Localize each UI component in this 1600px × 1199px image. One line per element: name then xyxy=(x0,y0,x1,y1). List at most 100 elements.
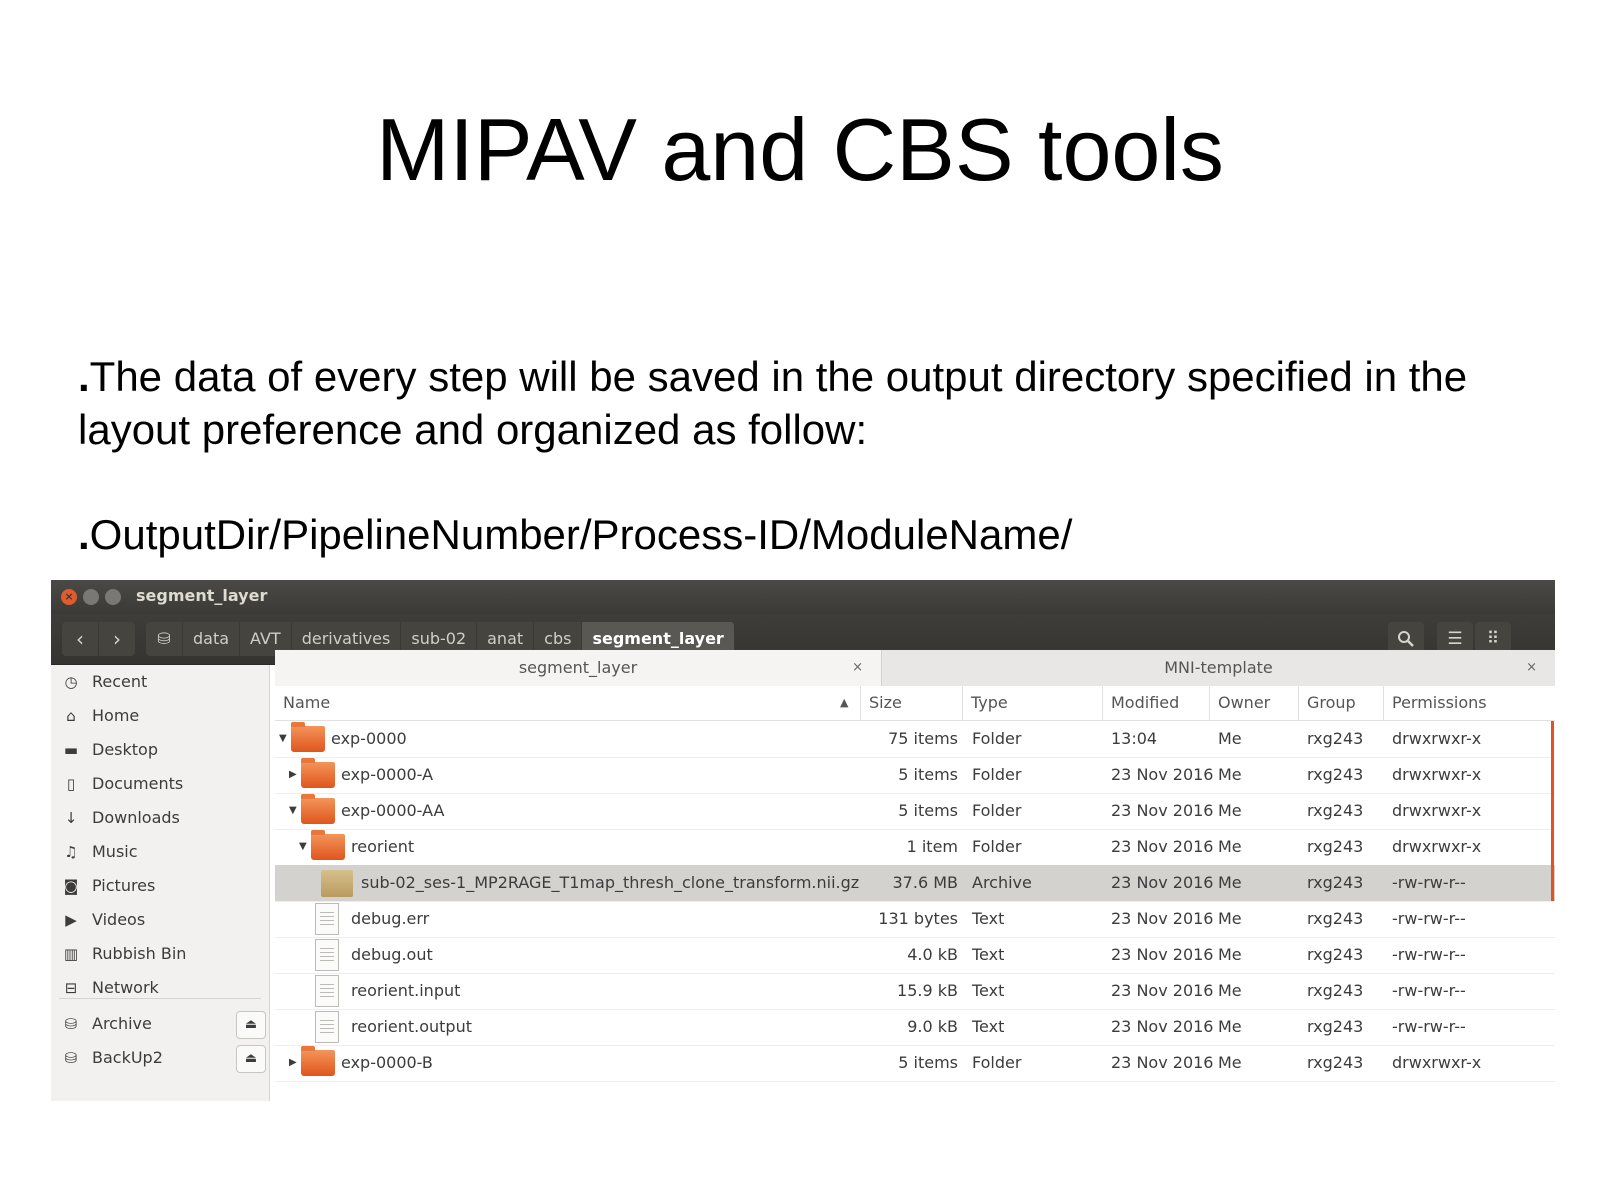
file-group: rxg243 xyxy=(1307,801,1364,820)
table-row[interactable]: debug.out 4.0 kB Text 23 Nov 2016 Me rxg… xyxy=(275,937,1555,974)
scrollbar[interactable] xyxy=(1551,721,1554,901)
close-tab-icon[interactable]: × xyxy=(1526,650,1537,686)
table-row[interactable]: reorient.input 15.9 kB Text 23 Nov 2016 … xyxy=(275,973,1555,1010)
folder-icon xyxy=(301,758,335,788)
column-header-permissions[interactable]: Permissions xyxy=(1384,686,1555,720)
bullet-1: .The data of every step will be saved in… xyxy=(78,353,1468,453)
file-type: Text xyxy=(972,909,1005,928)
file-name: debug.out xyxy=(351,945,433,964)
sidebar-item-videos[interactable]: ▶ Videos xyxy=(51,903,269,937)
table-row[interactable]: ▶ exp-0000-A 5 items Folder 23 Nov 2016 … xyxy=(275,757,1555,794)
file-owner: Me xyxy=(1218,873,1242,892)
column-header-type[interactable]: Type xyxy=(963,686,1103,720)
file-owner: Me xyxy=(1218,981,1242,1000)
text-file-icon xyxy=(315,975,339,1007)
table-row[interactable]: reorient.output 9.0 kB Text 23 Nov 2016 … xyxy=(275,1009,1555,1046)
file-group: rxg243 xyxy=(1307,1017,1364,1036)
file-owner: Me xyxy=(1218,1053,1242,1072)
folder-icon xyxy=(291,722,325,752)
column-header-name[interactable]: Name ▲ xyxy=(275,686,861,720)
file-permissions: -rw-rw-r-- xyxy=(1392,1017,1466,1036)
file-owner: Me xyxy=(1218,909,1242,928)
file-name: exp-0000-AA xyxy=(341,801,445,820)
eject-button[interactable]: ⏏ xyxy=(236,1045,266,1073)
close-window-button[interactable]: × xyxy=(61,589,77,605)
file-group: rxg243 xyxy=(1307,765,1364,784)
collapsed-arrow-icon[interactable]: ▶ xyxy=(289,1045,297,1081)
sidebar-item-label: Rubbish Bin xyxy=(92,944,187,963)
sidebar-item-rubbish-bin[interactable]: ▥ Rubbish Bin xyxy=(51,937,269,971)
drive-icon: ⛁ xyxy=(157,629,171,648)
file-owner: Me xyxy=(1218,729,1242,748)
table-row-selected[interactable]: sub-02_ses-1_MP2RAGE_T1map_thresh_clone_… xyxy=(275,865,1555,902)
grid-icon: ⠿ xyxy=(1486,629,1500,649)
expanded-arrow-icon[interactable]: ▼ xyxy=(299,829,307,865)
file-permissions: drwxrwxr-x xyxy=(1392,765,1482,784)
sidebar: ◷ Recent ⌂ Home ▬ Desktop ▯ Documents ↓ Downl… xyxy=(51,665,270,1101)
sidebar-item-pictures[interactable]: ◙ Pictures xyxy=(51,869,269,903)
forward-button[interactable]: › xyxy=(99,622,135,656)
file-name: exp-0000 xyxy=(331,729,407,748)
tab-mni-template[interactable]: MNI-template × xyxy=(882,650,1555,686)
column-header-modified[interactable]: Modified xyxy=(1103,686,1210,720)
chevron-left-icon: ‹ xyxy=(76,627,84,651)
file-size: 131 bytes xyxy=(878,909,958,928)
file-group: rxg243 xyxy=(1307,909,1364,928)
column-header-group[interactable]: Group xyxy=(1299,686,1384,720)
file-size: 5 items xyxy=(898,1053,958,1072)
chevron-right-icon: › xyxy=(113,627,121,651)
expanded-arrow-icon[interactable]: ▼ xyxy=(279,721,287,757)
file-group: rxg243 xyxy=(1307,729,1364,748)
sidebar-item-desktop[interactable]: ▬ Desktop xyxy=(51,733,269,767)
eject-icon: ⏏ xyxy=(244,1051,258,1066)
sidebar-item-recent[interactable]: ◷ Recent xyxy=(51,665,269,699)
column-header-label: Name xyxy=(283,693,331,712)
table-row[interactable]: ▶ exp-0000-B 5 items Folder 23 Nov 2016 … xyxy=(275,1045,1555,1082)
tab-segment-layer[interactable]: segment_layer × xyxy=(275,650,882,686)
sidebar-item-documents[interactable]: ▯ Documents xyxy=(51,767,269,801)
sidebar-item-label: Desktop xyxy=(92,740,158,759)
sidebar-item-archive[interactable]: ⛁ Archive ⏏ xyxy=(51,1007,269,1041)
column-header-label: Owner xyxy=(1218,693,1271,712)
sidebar-item-label: Pictures xyxy=(92,876,156,895)
file-size: 9.0 kB xyxy=(907,1017,958,1036)
file-type: Folder xyxy=(972,837,1022,856)
file-type: Text xyxy=(972,945,1005,964)
collapsed-arrow-icon[interactable]: ▶ xyxy=(289,757,297,793)
sidebar-item-downloads[interactable]: ↓ Downloads xyxy=(51,801,269,835)
file-modified: 23 Nov 2016 xyxy=(1111,801,1214,820)
table-row[interactable]: debug.err 131 bytes Text 23 Nov 2016 Me … xyxy=(275,901,1555,938)
minimize-window-button[interactable] xyxy=(83,589,99,605)
file-size: 75 items xyxy=(888,729,958,748)
column-header-owner[interactable]: Owner xyxy=(1210,686,1299,720)
table-row[interactable]: ▼ exp-0000-AA 5 items Folder 23 Nov 2016… xyxy=(275,793,1555,830)
file-name: reorient.input xyxy=(351,981,461,1000)
file-name: debug.err xyxy=(351,909,430,928)
sidebar-item-label: Music xyxy=(92,842,138,861)
folder-icon xyxy=(301,1046,335,1076)
table-row[interactable]: ▼ reorient 1 item Folder 23 Nov 2016 Me … xyxy=(275,829,1555,866)
sidebar-item-backup2[interactable]: ⛁ BackUp2 ⏏ xyxy=(51,1041,269,1075)
sidebar-item-label: Videos xyxy=(92,910,146,929)
breadcrumb-root[interactable]: ⛁ xyxy=(146,622,183,656)
breadcrumb-item[interactable]: data xyxy=(183,622,241,656)
sidebar-item-label: Network xyxy=(92,978,159,997)
drive-icon: ⛁ xyxy=(64,1015,78,1033)
close-icon: × xyxy=(64,590,74,603)
trash-icon: ▥ xyxy=(63,945,79,963)
title-bar: × segment_layer xyxy=(51,580,1555,614)
eject-button[interactable]: ⏏ xyxy=(236,1011,266,1039)
expanded-arrow-icon[interactable]: ▼ xyxy=(289,793,297,829)
sidebar-item-network[interactable]: ⊟ Network xyxy=(51,971,269,1005)
close-tab-icon[interactable]: × xyxy=(852,650,863,686)
maximize-window-button[interactable] xyxy=(105,589,121,605)
sidebar-item-home[interactable]: ⌂ Home xyxy=(51,699,269,733)
column-header-size[interactable]: Size xyxy=(861,686,963,720)
sidebar-item-music[interactable]: ♫ Music xyxy=(51,835,269,869)
table-row[interactable]: ▼ exp-0000 75 items Folder 13:04 Me rxg2… xyxy=(275,721,1555,758)
sidebar-item-label: Archive xyxy=(92,1014,152,1033)
back-button[interactable]: ‹ xyxy=(62,622,98,656)
clock-icon: ◷ xyxy=(64,673,78,691)
column-header-label: Type xyxy=(971,693,1008,712)
file-modified: 23 Nov 2016 xyxy=(1111,837,1214,856)
